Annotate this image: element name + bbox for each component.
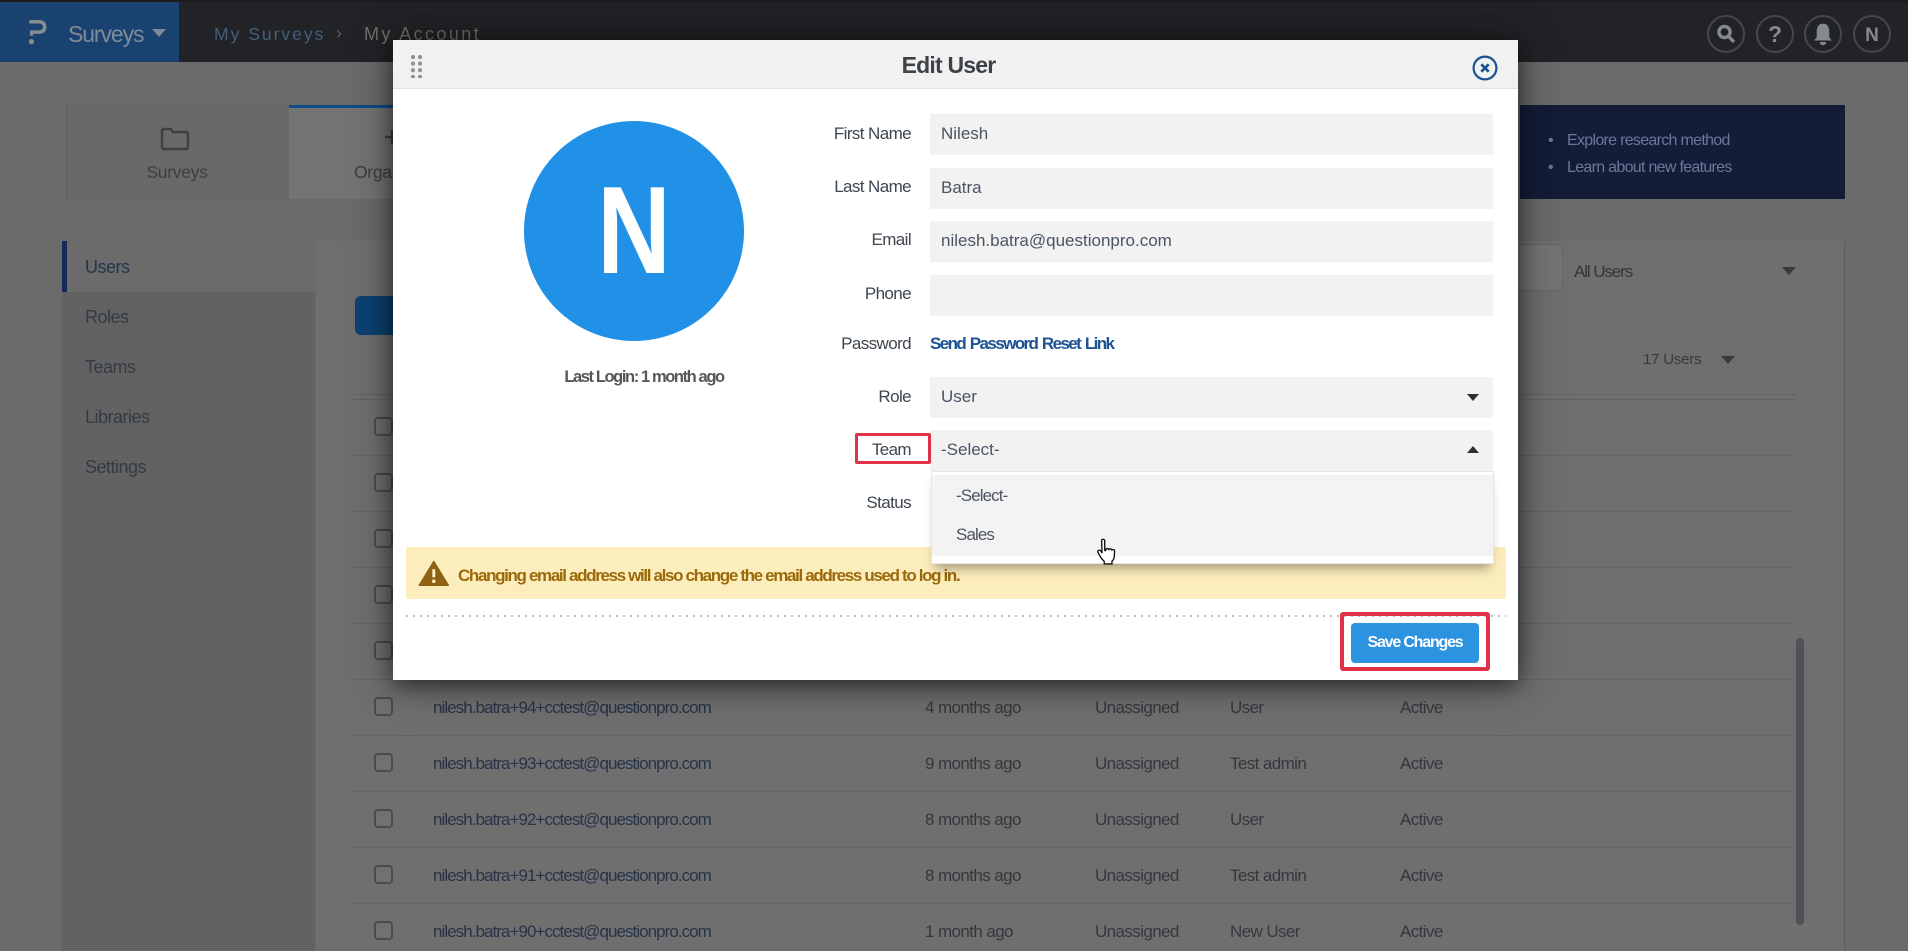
- svg-text:?: ?: [1768, 21, 1782, 47]
- svg-text:N: N: [1865, 25, 1879, 46]
